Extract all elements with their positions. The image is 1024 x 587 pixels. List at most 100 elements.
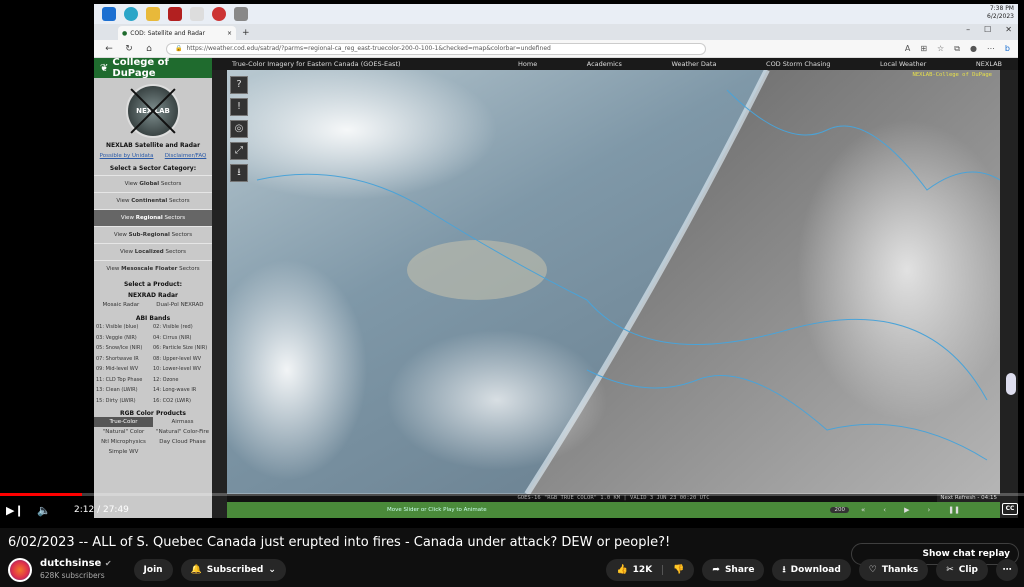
abi-band-item[interactable]: 16: CO2 (LWIR): [153, 396, 210, 407]
video-player[interactable]: 7:38 PM 6/2/2023 ● COD: Satellite and Ra…: [0, 0, 1024, 528]
read-aloud-icon[interactable]: A: [905, 44, 910, 54]
cod-logo[interactable]: ❦ College of DuPage: [94, 57, 212, 79]
channel-name[interactable]: dutchsinse ✔: [40, 558, 112, 570]
satellite-map[interactable]: [227, 70, 1000, 494]
airmass-link[interactable]: Airmass: [153, 417, 212, 427]
nav-link[interactable]: Weather Data: [671, 60, 716, 68]
close-window-icon[interactable]: ✕: [1005, 25, 1012, 34]
pen-icon[interactable]: [190, 7, 204, 21]
abi-band-item[interactable]: 13: Clean (LWIR): [96, 385, 153, 396]
subscribed-button[interactable]: 🔔 Subscribed ⌄: [180, 559, 286, 581]
tools-icon[interactable]: [234, 7, 248, 21]
abi-band-item[interactable]: 12: Ozone: [153, 375, 210, 386]
favorite-icon[interactable]: ☆: [937, 44, 944, 54]
edge-icon[interactable]: [124, 7, 138, 21]
new-tab-icon[interactable]: +: [242, 28, 250, 38]
nav-link[interactable]: Local Weather: [880, 60, 926, 68]
globe-icon[interactable]: ◎: [230, 120, 248, 138]
download-button[interactable]: ⭳ Download: [772, 559, 851, 581]
simple-wv-link[interactable]: Simple WV: [94, 447, 153, 457]
progress-bar[interactable]: [0, 493, 1024, 496]
abi-band-item[interactable]: 14: Long-wave IR: [153, 385, 210, 396]
abi-band-item[interactable]: 05: Snow/Ice (NIR): [96, 343, 153, 354]
extensions-icon[interactable]: ⊞: [920, 44, 927, 54]
bing-icon[interactable]: b: [1005, 44, 1010, 54]
sector-item[interactable]: View Global Sectors: [94, 175, 212, 192]
back-icon[interactable]: ←: [104, 44, 114, 54]
join-button[interactable]: Join: [133, 559, 173, 581]
dualpol-link[interactable]: Dual-Pol NEXRAD: [156, 299, 203, 311]
volume-icon[interactable]: 🔈: [36, 504, 52, 517]
close-tab-icon[interactable]: ×: [227, 30, 232, 37]
verified-icon: ✔: [104, 559, 112, 568]
dislike-button[interactable]: 👎: [663, 565, 694, 575]
app-icon[interactable]: [168, 7, 182, 21]
unidata-link[interactable]: Possible by Unidata: [100, 153, 154, 159]
subscriber-count: 628K subscribers: [40, 571, 105, 580]
abi-band-item[interactable]: 04: Cirrus (NIR): [153, 333, 210, 344]
nav-link[interactable]: NEXLAB: [976, 60, 1002, 68]
thanks-button[interactable]: ♡ Thanks: [858, 559, 929, 581]
download-icon[interactable]: ⭳: [230, 164, 248, 182]
natural-color-link[interactable]: "Natural" Color: [94, 427, 153, 437]
sector-item[interactable]: View Continental Sectors: [94, 192, 212, 209]
cod-logo-text: College of DuPage: [112, 57, 169, 79]
rgb-row-1: True-Color Airmass: [94, 417, 212, 427]
abi-band-item[interactable]: 03: Veggie (NIR): [96, 333, 153, 344]
truecolor-link[interactable]: True-Color: [94, 417, 153, 427]
channel-avatar[interactable]: [8, 558, 32, 582]
sector-item[interactable]: View Sub-Regional Sectors: [94, 226, 212, 243]
edge-sidebar-toggle[interactable]: [1006, 373, 1016, 395]
thanks-label: Thanks: [881, 565, 919, 575]
abi-band-item[interactable]: 10: Lower-level WV: [153, 364, 210, 375]
download-label: Download: [790, 565, 841, 575]
abi-band-item[interactable]: 09: Mid-level WV: [96, 364, 153, 375]
sector-item[interactable]: View Localized Sectors: [94, 243, 212, 260]
abi-band-item[interactable]: 06: Particle Size (NIR): [153, 343, 210, 354]
clock-time: 7:38 PM: [989, 5, 1014, 12]
alert-icon[interactable]: !: [230, 98, 248, 116]
abi-band-item[interactable]: 01: Visible (blue): [96, 322, 153, 333]
share-button[interactable]: ➦ Share: [702, 559, 765, 581]
record-icon[interactable]: [212, 7, 226, 21]
share-icon: ➦: [712, 565, 720, 575]
profile-icon[interactable]: ●: [970, 44, 977, 54]
url-field[interactable]: 🔒 https://weather.cod.edu/satrad/?parms=…: [166, 42, 706, 55]
home-icon[interactable]: ⌂: [144, 44, 154, 54]
clip-button[interactable]: ✂ Clip: [936, 559, 988, 581]
start-icon[interactable]: [102, 7, 116, 21]
abi-band-item[interactable]: 15: Dirty (LWIR): [96, 396, 153, 407]
abi-band-item[interactable]: 08: Upper-level WV: [153, 354, 210, 365]
sector-item[interactable]: View Regional Sectors: [94, 209, 212, 226]
cloud-phase-link[interactable]: Day Cloud Phase: [153, 437, 212, 447]
abi-band-item[interactable]: 11: CLD Top Phase: [96, 375, 153, 386]
natural-fire-link[interactable]: "Natural" Color-Fire: [153, 427, 212, 437]
nav-link[interactable]: Academics: [587, 60, 622, 68]
collections-icon[interactable]: ⧉: [954, 44, 960, 54]
rgb-row-3: Ntl Microphysics Day Cloud Phase: [94, 437, 212, 447]
play-pause-icon[interactable]: ▶❙: [6, 504, 24, 517]
abi-band-item[interactable]: 07: Shortwave IR: [96, 354, 153, 365]
mosaic-radar-link[interactable]: Mosaic Radar: [102, 299, 139, 311]
sector-item[interactable]: View Mesoscale Floater Sectors: [94, 260, 212, 277]
browser-tab[interactable]: ● COD: Satellite and Radar ×: [118, 26, 236, 40]
rgb-heading: RGB Color Products: [120, 410, 186, 417]
minimize-icon[interactable]: –: [966, 25, 970, 34]
maximize-icon[interactable]: ☐: [984, 25, 991, 34]
video-actions: 👍 12K 👎 ➦ Share ⭳ Download ♡ Thanks ✂ Clip ⋯: [606, 559, 1018, 581]
nav-link[interactable]: COD Storm Chasing: [766, 60, 830, 68]
abi-band-item[interactable]: 02: Visible (red): [153, 322, 210, 333]
menu-icon[interactable]: ⋯: [987, 44, 995, 54]
help-icon[interactable]: ?: [230, 76, 248, 94]
faq-link[interactable]: Disclaimer/FAQ: [165, 153, 207, 159]
microphysics-link[interactable]: Ntl Microphysics: [94, 437, 153, 447]
captions-button[interactable]: CC: [1002, 503, 1018, 515]
bell-icon: 🔔: [190, 565, 202, 575]
reload-icon[interactable]: ↻: [124, 44, 134, 54]
satellite-icon[interactable]: ⤢: [230, 142, 248, 160]
like-button[interactable]: 👍 12K: [606, 565, 664, 575]
folder-icon[interactable]: [146, 7, 160, 21]
windows-taskbar: 7:38 PM 6/2/2023: [94, 4, 1018, 24]
more-actions-button[interactable]: ⋯: [996, 559, 1018, 581]
nav-link[interactable]: Home: [518, 60, 537, 68]
